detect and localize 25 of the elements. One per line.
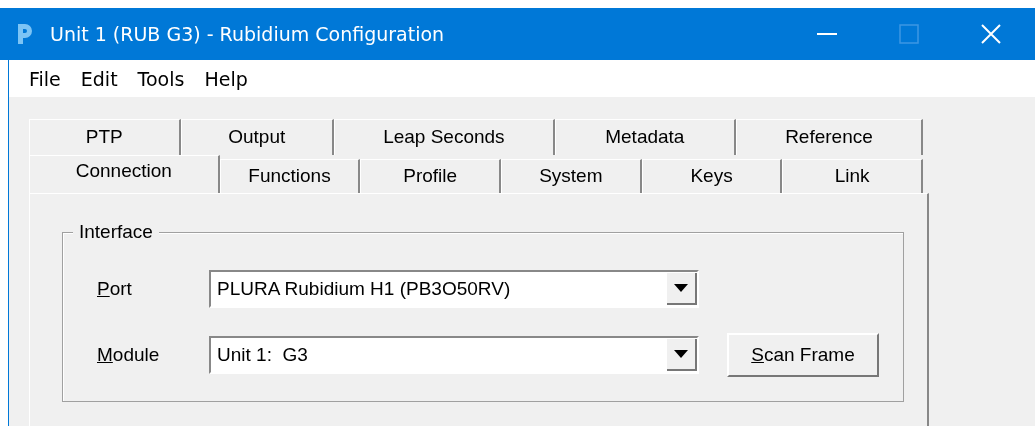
tab[interactable]: Link <box>782 159 924 193</box>
tab[interactable]: System <box>501 159 642 193</box>
window-title: Unit 1 (RUB G3) - Rubidium Configuration <box>50 23 445 45</box>
menu-item[interactable]: File <box>21 67 69 90</box>
tab[interactable]: Output <box>180 119 334 155</box>
tab[interactable]: Profile <box>360 159 501 193</box>
tab[interactable]: Functions <box>219 159 361 193</box>
maximize-icon <box>899 24 919 44</box>
field-label: Module <box>97 344 161 366</box>
dropdown-field[interactable]: Unit 1: G3 <box>209 336 699 374</box>
field-label: Port <box>97 278 133 300</box>
close-icon[interactable] <box>981 24 1001 44</box>
menu-item[interactable]: Edit <box>72 67 126 90</box>
tab[interactable]: Keys <box>641 159 783 193</box>
menu-item[interactable]: Tools <box>129 67 193 90</box>
tab[interactable]: Leap Seconds <box>334 119 555 155</box>
caret-icon <box>674 284 688 292</box>
dropdown-field[interactable]: PLURA Rubidium H1 (PB3O50RV) <box>209 270 699 308</box>
scan-frame-button[interactable]: Scan Frame <box>727 333 879 377</box>
tab[interactable]: Metadata <box>554 119 736 155</box>
tab[interactable]: Reference <box>735 119 923 155</box>
tab[interactable]: PTP <box>29 119 181 155</box>
caret-icon <box>674 350 688 358</box>
menu-item[interactable]: Help <box>196 67 256 90</box>
tab[interactable]: Connection <box>29 155 220 193</box>
